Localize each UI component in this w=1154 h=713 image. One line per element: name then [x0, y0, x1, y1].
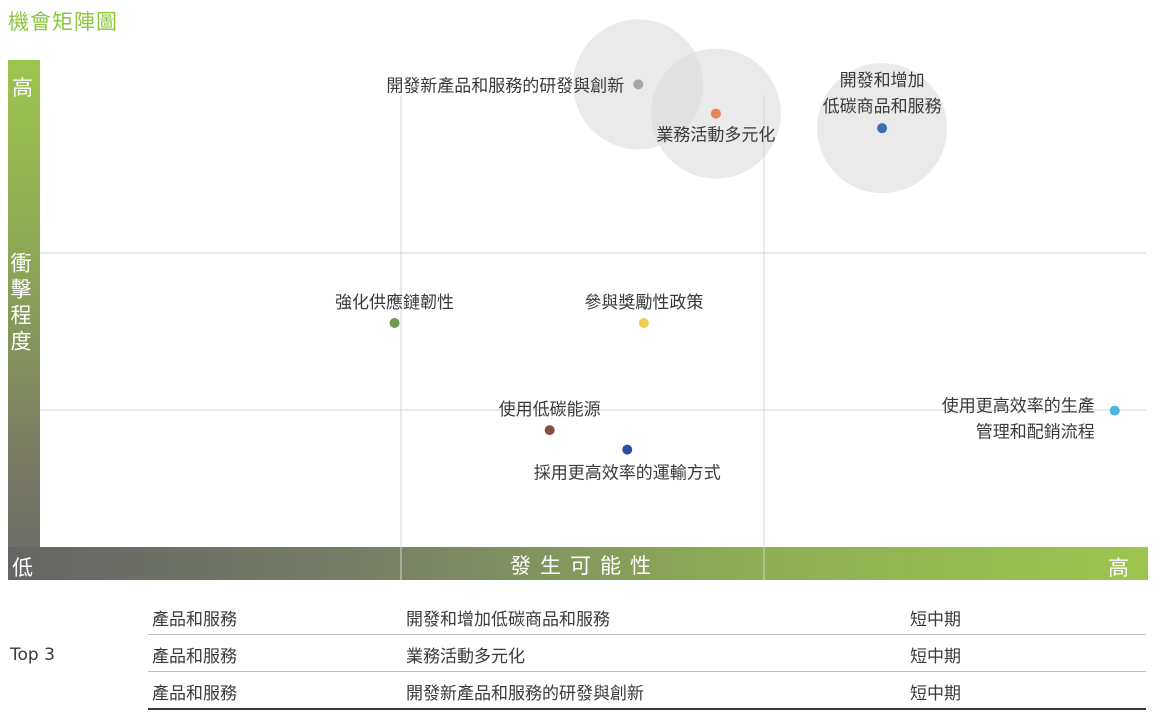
- table-cell-term: 短中期: [910, 684, 961, 704]
- table-cell-category: 產品和服務: [152, 647, 237, 667]
- table-cell-item: 開發和增加低碳商品和服務: [406, 610, 610, 630]
- data-point-label-line: 參與獎勵性政策: [584, 293, 703, 313]
- data-point-label-line: 強化供應鏈韌性: [335, 292, 454, 313]
- table-cell-term: 短中期: [910, 610, 961, 630]
- data-point: [877, 123, 888, 134]
- data-point: [710, 108, 721, 119]
- data-point-label-line: 採用更高效率的運輸方式: [534, 464, 721, 484]
- data-point-label-line: 開發和增加: [840, 71, 925, 91]
- data-point-label: 開發新產品和服務的研發與創新: [386, 76, 624, 96]
- table-cell-term: 短中期: [910, 647, 961, 667]
- table-cell-category: 產品和服務: [152, 610, 237, 630]
- table-cell-category: 產品和服務: [152, 684, 237, 704]
- data-point: [622, 444, 633, 455]
- data-point-label: 使用更高效率的生產管理和配銷流程: [942, 396, 1095, 443]
- data-point-label-line: 開發新產品和服務的研發與創新: [386, 76, 624, 96]
- data-point-label-line: 使用低碳能源: [499, 399, 601, 420]
- data-point-label-line: 使用更高效率的生產: [942, 396, 1095, 417]
- data-point-label-line: 低碳商品和服務: [823, 97, 942, 117]
- opportunity-matrix-plot: 開發新產品和服務的研發與創新業務活動多元化 開發和增加低碳商品和服務強化供應鏈韌性…: [40, 19, 1146, 580]
- top3-table: 產品和服務 開發和增加低碳商品和服務 短中期 產品和服務 業務活動多元化 短中期…: [148, 598, 1146, 710]
- table-cell-item: 業務活動多元化: [406, 647, 525, 667]
- data-point-label-line: 管理和配銷流程: [976, 423, 1095, 443]
- data-point-label-line: 業務活動多元化: [656, 126, 775, 146]
- table-row: 產品和服務 開發新產品和服務的研發與創新 短中期: [148, 672, 1146, 710]
- data-point-label: 業務活動多元化: [656, 126, 775, 146]
- data-point: [633, 79, 644, 90]
- data-point: [544, 425, 555, 436]
- data-point: [389, 317, 400, 328]
- table-cell-item: 開發新產品和服務的研發與創新: [406, 684, 644, 704]
- top3-label: Top 3: [10, 645, 55, 665]
- data-point-label: 強化供應鏈韌性: [335, 292, 454, 313]
- data-point-label: 使用低碳能源: [499, 399, 601, 420]
- data-point-label: 參與獎勵性政策: [584, 293, 703, 313]
- table-row: 產品和服務 開發和增加低碳商品和服務 短中期: [148, 598, 1146, 635]
- data-point: [638, 317, 649, 328]
- data-point: [1109, 405, 1120, 416]
- data-point-label: 採用更高效率的運輸方式: [534, 464, 721, 484]
- table-row: 產品和服務 業務活動多元化 短中期: [148, 635, 1146, 672]
